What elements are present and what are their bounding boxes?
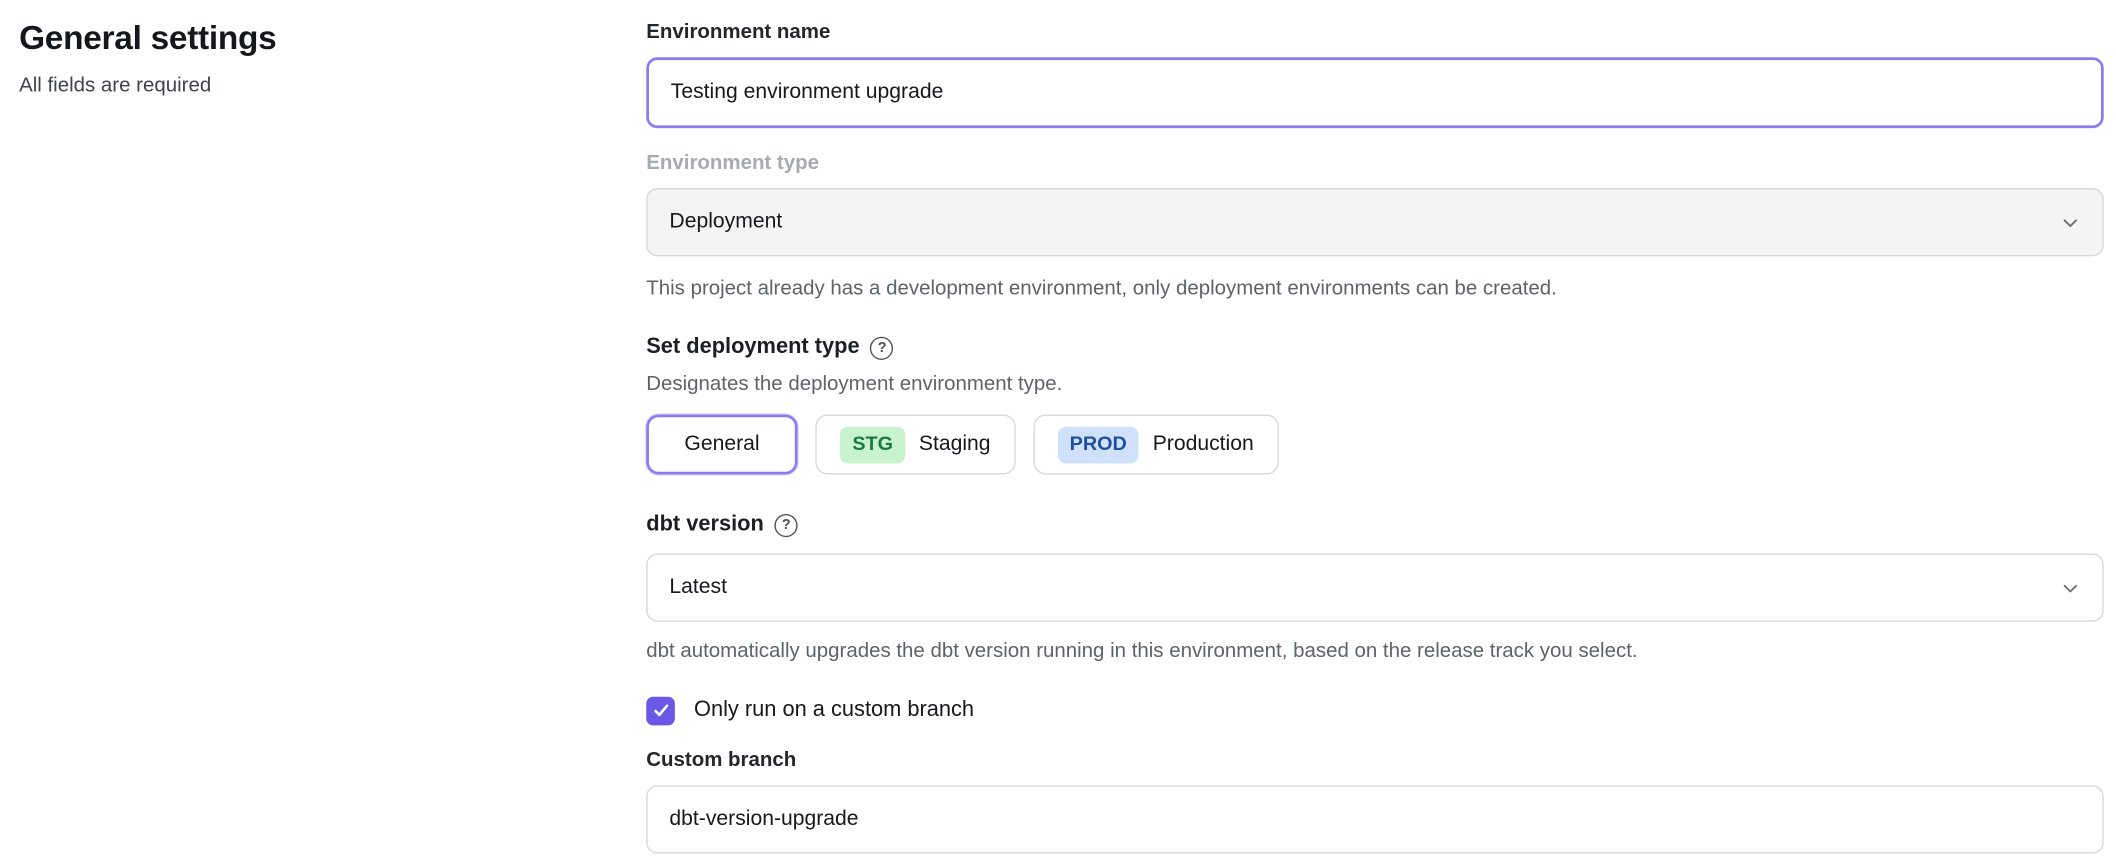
custom-branch-label: Custom branch <box>646 747 2103 774</box>
help-icon-glyph: ? <box>782 517 791 533</box>
chevron-down-icon <box>2060 212 2080 232</box>
check-icon <box>651 701 670 720</box>
chevron-down-icon <box>2060 577 2080 597</box>
help-icon-glyph: ? <box>878 339 887 355</box>
deployment-type-helper: Designates the deployment environment ty… <box>646 371 2103 398</box>
custom-branch-input[interactable] <box>646 785 2103 853</box>
page-subtitle: All fields are required <box>19 72 605 99</box>
general-settings-form: Environment name Environment type Deploy… <box>646 19 2103 853</box>
custom-branch-toggle-label: Only run on a custom branch <box>694 695 974 725</box>
deployment-type-general-button[interactable]: General <box>646 414 798 474</box>
custom-branch-checkbox[interactable] <box>646 696 675 725</box>
deployment-type-staging-label: Staging <box>919 432 991 457</box>
dbt-version-value: Latest <box>669 575 727 600</box>
help-icon[interactable]: ? <box>775 513 798 536</box>
deployment-type-staging-button[interactable]: STG Staging <box>816 414 1016 474</box>
deployment-type-options: General STG Staging PROD Production <box>646 414 2103 474</box>
dbt-version-helper: dbt automatically upgrades the dbt versi… <box>646 638 2103 665</box>
deployment-type-general-label: General <box>684 432 759 457</box>
environment-type-select[interactable]: Deployment <box>646 188 2103 256</box>
environment-name-label: Environment name <box>646 19 2103 46</box>
environment-type-label: Environment type <box>646 150 2103 177</box>
deployment-type-production-button[interactable]: PROD Production <box>1033 414 1278 474</box>
dbt-version-select[interactable]: Latest <box>646 554 2103 622</box>
deployment-type-production-label: Production <box>1153 432 1254 457</box>
custom-branch-toggle-row: Only run on a custom branch <box>646 695 2103 725</box>
environment-type-value: Deployment <box>669 210 782 235</box>
environment-name-input[interactable] <box>646 57 2103 128</box>
deployment-type-label: Set deployment type <box>646 333 859 363</box>
staging-badge: STG <box>840 426 905 463</box>
environment-type-helper: This project already has a development e… <box>646 275 2103 302</box>
settings-page: General settings All fields are required… <box>0 0 2116 864</box>
production-badge: PROD <box>1057 426 1139 463</box>
help-icon[interactable]: ? <box>871 336 894 359</box>
settings-header: General settings All fields are required <box>19 19 605 99</box>
dbt-version-label: dbt version <box>646 510 764 540</box>
page-title: General settings <box>19 19 605 60</box>
